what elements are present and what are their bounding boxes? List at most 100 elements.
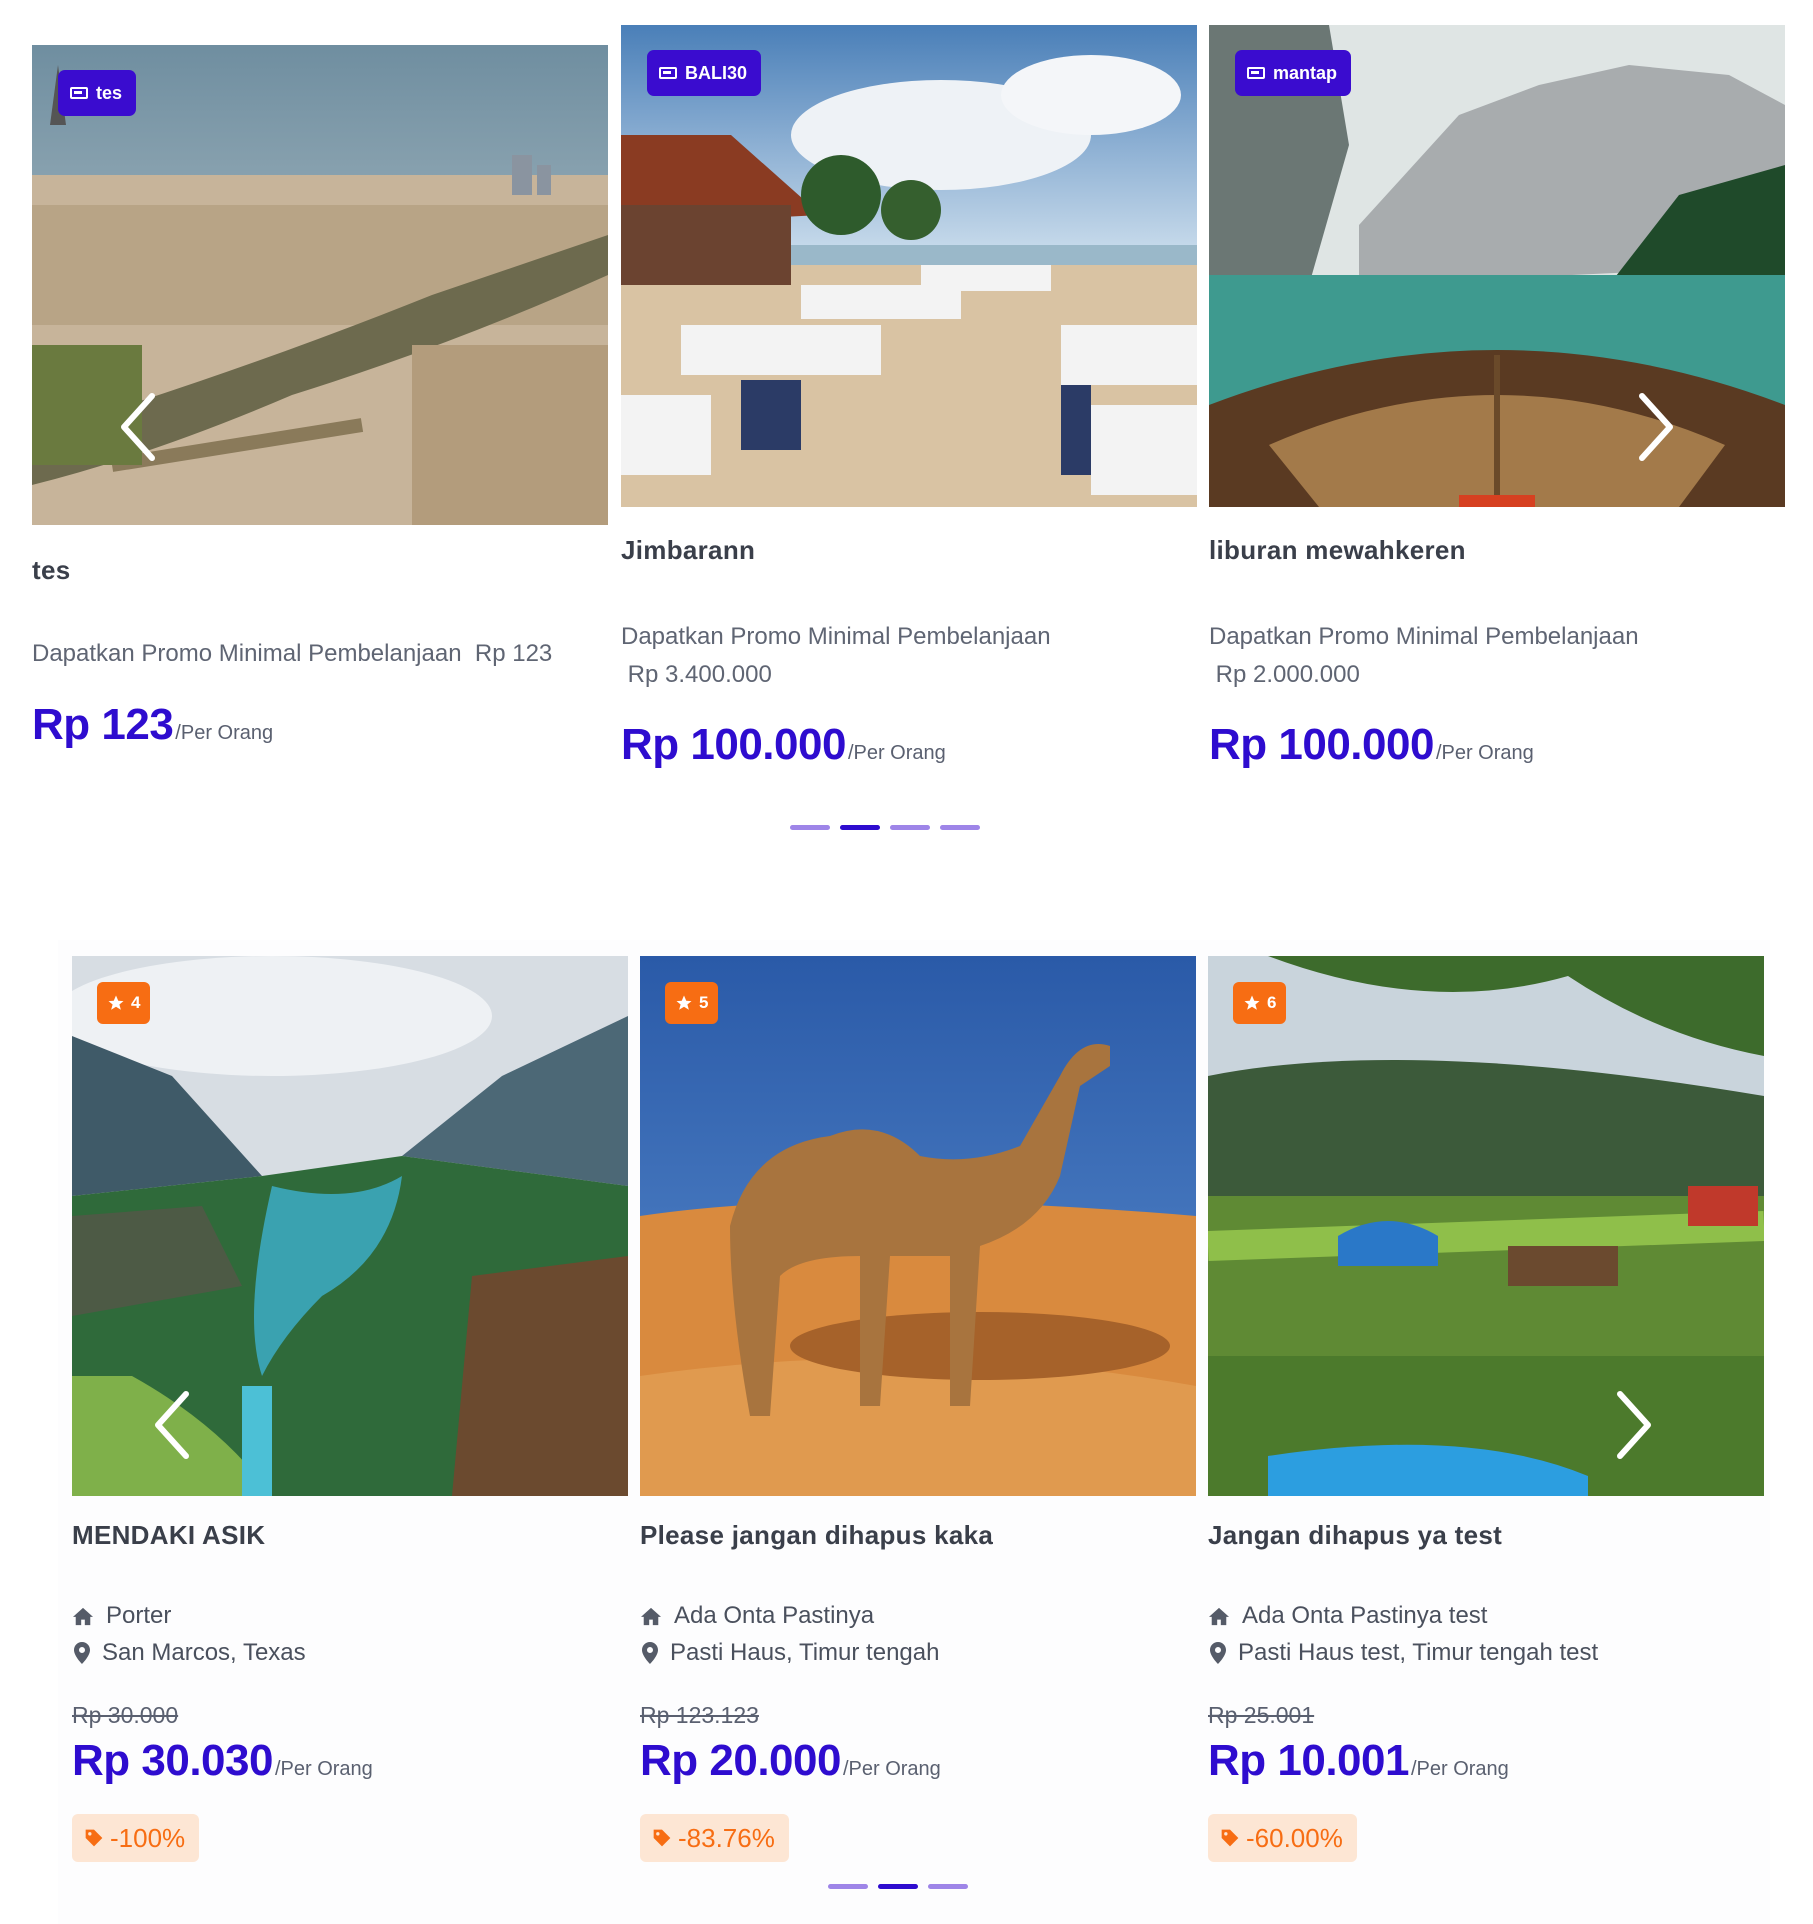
price-row: Rp 100.000 /Per Orang (621, 720, 946, 770)
promo-title: Jimbarann (621, 535, 756, 565)
carousel-dot[interactable] (878, 1884, 918, 1889)
promo-description: Dapatkan Promo Minimal Pembelanjaan Rp 1… (32, 635, 608, 673)
price: Rp 20.000 (640, 1736, 841, 1785)
location-text: Pasti Haus, Timur tengah (670, 1639, 940, 1666)
promo-image-beach (621, 25, 1197, 507)
discount-badge: -100% (72, 1814, 200, 1862)
promo-description-line: Dapatkan Promo Minimal Pembelanjaan Rp 1… (32, 640, 553, 667)
rating-value: 5 (699, 993, 709, 1012)
price: Rp 100.000 (1209, 720, 1434, 769)
price: Rp 123 (32, 700, 174, 749)
map-pin-icon (642, 1642, 658, 1664)
carousel-pagination (790, 825, 980, 830)
carousel-dot[interactable] (790, 825, 830, 830)
tour-carousel: 4 MENDAKI ASIK Porter San Marcos, Texas … (58, 940, 1770, 1924)
promo-description-line: Rp 3.400.000 (621, 661, 772, 688)
tour-location: Pasti Haus, Timur tengah (642, 1639, 939, 1667)
carousel-pagination (828, 1884, 968, 1889)
price-unit: /Per Orang (1435, 742, 1534, 764)
price-unit: /Per Orang (175, 722, 274, 744)
star-icon (108, 995, 124, 1010)
star-icon (676, 995, 692, 1010)
location-text: San Marcos, Texas (102, 1639, 306, 1666)
original-price: Rp 25.001 (1208, 1702, 1315, 1728)
home-icon (73, 1607, 93, 1626)
tour-facility: Porter (72, 1602, 171, 1630)
promo-description-line: Dapatkan Promo Minimal Pembelanjaan (621, 623, 1051, 650)
promo-carousel: tes tes Dapatkan Promo Minimal Pembelanj… (0, 0, 1813, 860)
carousel-dot[interactable] (928, 1884, 968, 1889)
carousel-dot[interactable] (840, 825, 880, 830)
tour-image-garden (1208, 956, 1764, 1496)
tour-location: San Marcos, Texas (74, 1639, 306, 1667)
ticket-icon (659, 67, 677, 79)
price: Rp 30.030 (72, 1736, 273, 1785)
tour-title: Jangan dihapus ya test (1208, 1520, 1503, 1550)
rating-value: 4 (131, 993, 141, 1012)
tour-card[interactable]: 5 Please jangan dihapus kaka Ada Onta Pa… (640, 956, 1196, 1906)
promo-title: liburan mewahkeren (1209, 535, 1466, 565)
coupon-badge: BALI30 (647, 50, 762, 96)
price-row: Rp 20.000 /Per Orang (640, 1736, 941, 1786)
discount-badge: -83.76% (640, 1814, 789, 1862)
location-text: Pasti Haus test, Timur tengah test (1238, 1639, 1599, 1666)
promo-description-line: Rp 2.000.000 (1209, 661, 1360, 688)
ticket-icon (70, 87, 88, 99)
coupon-badge: mantap (1235, 50, 1352, 96)
carousel-prev-button[interactable] (152, 1390, 192, 1460)
rating-badge: 4 (97, 982, 151, 1024)
discount-value: -100% (110, 1822, 186, 1853)
discount-badge: -60.00% (1208, 1814, 1357, 1862)
discount-value: -60.00% (1246, 1822, 1343, 1853)
original-price: Rp 30.000 (72, 1702, 179, 1728)
chevron-right-icon (1639, 393, 1673, 461)
tour-facility: Ada Onta Pastinya test (1208, 1602, 1487, 1630)
tour-card[interactable]: 6 Jangan dihapus ya test Ada Onta Pastin… (1208, 956, 1764, 1906)
carousel-prev-button[interactable] (118, 392, 158, 462)
promo-card[interactable]: BALI30 Jimbarann Dapatkan Promo Minimal … (621, 25, 1197, 769)
rating-value: 6 (1267, 993, 1277, 1012)
original-price: Rp 123.123 (640, 1702, 759, 1728)
tag-icon (653, 1829, 671, 1847)
facility-text: Ada Onta Pastinya (674, 1602, 875, 1629)
star-icon (1244, 995, 1260, 1010)
price-row: Rp 30.030 /Per Orang (72, 1736, 373, 1786)
tag-icon (85, 1829, 103, 1847)
price-row: Rp 10.001 /Per Orang (1208, 1736, 1509, 1786)
promo-description-line: Dapatkan Promo Minimal Pembelanjaan (1209, 623, 1639, 650)
promo-image-lake-boat (1209, 25, 1785, 507)
tour-title: Please jangan dihapus kaka (640, 1520, 994, 1550)
price: Rp 10.001 (1208, 1736, 1409, 1785)
promo-card[interactable]: mantap liburan mewahkeren Dapatkan Promo… (1209, 25, 1785, 769)
coupon-code: tes (96, 82, 123, 103)
price-row: Rp 123 /Per Orang (32, 700, 273, 750)
promo-description: Dapatkan Promo Minimal Pembelanjaan Rp 2… (1209, 618, 1785, 694)
rating-badge: 6 (1233, 982, 1287, 1024)
promo-title: tes (32, 555, 71, 585)
chevron-left-icon (155, 1391, 189, 1459)
map-pin-icon (74, 1642, 90, 1664)
tour-facility: Ada Onta Pastinya (640, 1602, 874, 1630)
carousel-next-button[interactable] (1614, 1390, 1654, 1460)
coupon-code: BALI30 (685, 62, 748, 83)
carousel-next-button[interactable] (1636, 392, 1676, 462)
chevron-right-icon (1617, 1391, 1651, 1459)
home-icon (641, 1607, 661, 1626)
promo-description: Dapatkan Promo Minimal Pembelanjaan Rp 3… (621, 618, 1197, 694)
discount-value: -83.76% (678, 1822, 775, 1853)
home-icon (1209, 1607, 1229, 1626)
tour-image-camel (640, 956, 1196, 1496)
map-pin-icon (1210, 1642, 1226, 1664)
tag-icon (1221, 1829, 1239, 1847)
price-row: Rp 100.000 /Per Orang (1209, 720, 1534, 770)
carousel-dot[interactable] (890, 825, 930, 830)
price-unit: /Per Orang (842, 1758, 941, 1780)
coupon-code: mantap (1273, 62, 1338, 83)
rating-badge: 5 (665, 982, 719, 1024)
carousel-dot[interactable] (828, 1884, 868, 1889)
ticket-icon (1247, 67, 1265, 79)
coupon-badge: tes (58, 70, 137, 116)
tour-title: MENDAKI ASIK (72, 1520, 266, 1550)
chevron-left-icon (121, 393, 155, 461)
carousel-dot[interactable] (940, 825, 980, 830)
